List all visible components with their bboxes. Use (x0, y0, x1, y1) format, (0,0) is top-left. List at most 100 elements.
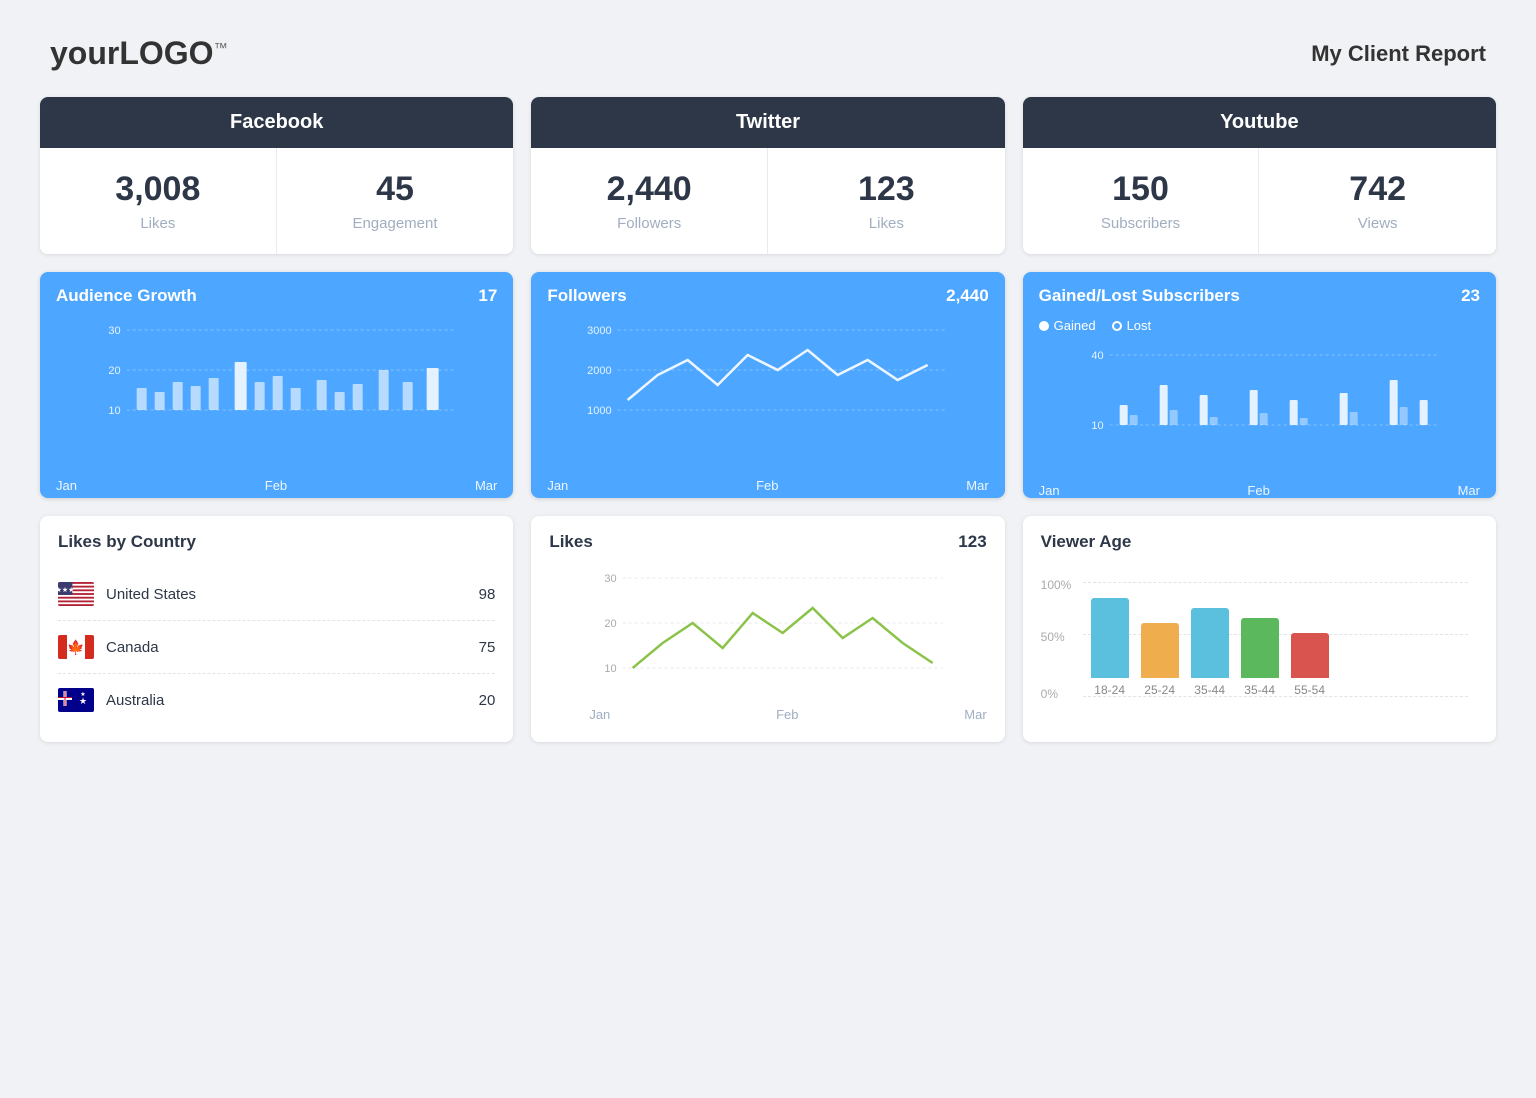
audience-growth-body: 30 20 10 (40, 314, 513, 474)
country-australia-name: Australia (106, 692, 479, 709)
gl-x-feb: Feb (1247, 483, 1269, 498)
likes-x-jan: Jan (589, 707, 610, 722)
youtube-views-value: 742 (1279, 170, 1476, 209)
svg-text:20: 20 (605, 618, 617, 630)
facebook-stats: 3,008 Likes 45 Engagement (40, 148, 513, 254)
age-label-1824: 18-24 (1094, 683, 1125, 697)
gained-lost-title: Gained/Lost Subscribers (1039, 286, 1240, 306)
legend-gained-label: Gained (1054, 318, 1096, 333)
logo: yourLOGO™ (50, 35, 228, 72)
facebook-likes-value: 3,008 (60, 170, 256, 209)
youtube-header: Youtube (1023, 97, 1496, 148)
svg-text:★★★: ★★★ (58, 586, 74, 594)
viewer-age-header: Viewer Age (1023, 516, 1496, 562)
legend-gained-dot (1039, 321, 1049, 331)
svg-text:3000: 3000 (588, 325, 612, 337)
audience-growth-axis: Jan Feb Mar (40, 474, 513, 493)
twitter-followers-label: Followers (551, 215, 747, 232)
followers-chart-body: 3000 2000 1000 (531, 314, 1004, 474)
followers-axis: Jan Feb Mar (531, 474, 1004, 493)
youtube-card: Youtube 150 Subscribers 742 Views (1023, 97, 1496, 254)
age-label-2524: 25-24 (1144, 683, 1175, 697)
age-bar-3544a: 35-44 (1191, 608, 1229, 697)
country-canada: 🍁 Canada 75 (58, 621, 495, 674)
likes-chart-body: 30 20 10 Jan Feb Mar (531, 562, 1004, 738)
ag-x-mar: Mar (475, 478, 497, 493)
country-canada-count: 75 (479, 639, 496, 656)
likes-x-feb: Feb (776, 707, 798, 722)
youtube-subscribers-cell: 150 Subscribers (1023, 148, 1260, 254)
facebook-engagement-value: 45 (297, 170, 494, 209)
flag-au: ★ ★ (58, 688, 94, 712)
page-header: yourLOGO™ My Client Report (20, 20, 1516, 97)
ag-x-feb: Feb (265, 478, 287, 493)
age-label-3544b: 35-44 (1244, 683, 1275, 697)
svg-text:10: 10 (108, 405, 120, 417)
age-y-0: 0% (1041, 687, 1058, 701)
likes-chart-card: Likes 123 30 20 10 Jan Feb Mar (531, 516, 1004, 742)
twitter-likes-value: 123 (788, 170, 985, 209)
likes-by-country-header: Likes by Country (40, 516, 513, 562)
age-bar-5554-rect (1291, 633, 1329, 678)
flag-ca: 🍁 (58, 635, 94, 659)
legend-lost-dot (1112, 321, 1122, 331)
audience-growth-value: 17 (478, 286, 497, 306)
bottom-row: Likes by Country ★★★ (20, 516, 1516, 742)
twitter-likes-cell: 123 Likes (768, 148, 1005, 254)
age-y-100: 100% (1041, 578, 1072, 592)
fol-x-mar: Mar (966, 478, 988, 493)
audience-growth-card: Audience Growth 17 30 20 10 (40, 272, 513, 498)
facebook-likes-label: Likes (60, 215, 256, 232)
country-australia: ★ ★ Australia 20 (58, 674, 495, 726)
likes-by-country-body: ★★★ United States 98 🍁 Canada 75 (40, 562, 513, 742)
country-usa-count: 98 (479, 586, 496, 603)
gained-lost-value: 23 (1461, 286, 1480, 306)
likes-chart-header: Likes 123 (531, 516, 1004, 562)
logo-bold: LOGO (119, 35, 213, 71)
svg-text:20: 20 (108, 365, 120, 377)
age-bar-2524: 25-24 (1141, 623, 1179, 697)
youtube-views-cell: 742 Views (1259, 148, 1496, 254)
followers-chart-value: 2,440 (946, 286, 989, 306)
gridline-100 (1083, 582, 1468, 583)
age-y-50: 50% (1041, 630, 1065, 644)
facebook-engagement-cell: 45 Engagement (277, 148, 514, 254)
youtube-subscribers-label: Subscribers (1043, 215, 1239, 232)
svg-text:10: 10 (1091, 420, 1103, 432)
twitter-card: Twitter 2,440 Followers 123 Likes (531, 97, 1004, 254)
likes-chart-title: Likes (549, 532, 592, 552)
facebook-likes-cell: 3,008 Likes (40, 148, 277, 254)
audience-growth-header: Audience Growth 17 (40, 272, 513, 314)
gained-lost-chart: 40 10 (1039, 345, 1480, 465)
gl-x-mar: Mar (1458, 483, 1480, 498)
viewer-age-body: 100% 50% 0% 18-24 25-24 (1023, 562, 1496, 739)
svg-text:30: 30 (108, 325, 120, 337)
age-bar-3544a-rect (1191, 608, 1229, 678)
likes-by-country-card: Likes by Country ★★★ (40, 516, 513, 742)
likes-chart-value: 123 (958, 532, 986, 552)
likes-by-country-title: Likes by Country (58, 532, 196, 552)
age-label-5554: 55-54 (1294, 683, 1325, 697)
facebook-engagement-label: Engagement (297, 215, 494, 232)
svg-text:🍁: 🍁 (67, 639, 84, 656)
report-title: My Client Report (1311, 41, 1486, 67)
twitter-stats: 2,440 Followers 123 Likes (531, 148, 1004, 254)
age-bars-container: 18-24 25-24 35-44 35-44 (1091, 598, 1468, 697)
country-usa: ★★★ United States 98 (58, 568, 495, 621)
age-bar-2524-rect (1141, 623, 1179, 678)
ag-x-jan: Jan (56, 478, 77, 493)
viewer-age-chart-container: 100% 50% 0% 18-24 25-24 (1041, 568, 1478, 723)
svg-text:★: ★ (80, 691, 85, 698)
viewer-age-title: Viewer Age (1041, 532, 1132, 552)
twitter-header: Twitter (531, 97, 1004, 148)
svg-text:10: 10 (605, 663, 617, 675)
gained-lost-axis: Jan Feb Mar (1023, 479, 1496, 498)
facebook-header: Facebook (40, 97, 513, 148)
age-bar-3544b-rect (1241, 618, 1279, 678)
likes-axis: Jan Feb Mar (549, 703, 986, 722)
svg-text:40: 40 (1091, 350, 1103, 362)
logo-tm: ™ (214, 39, 228, 55)
facebook-card: Facebook 3,008 Likes 45 Engagement (40, 97, 513, 254)
legend-gained: Gained (1039, 318, 1096, 333)
likes-line-chart: 30 20 10 (549, 568, 986, 698)
